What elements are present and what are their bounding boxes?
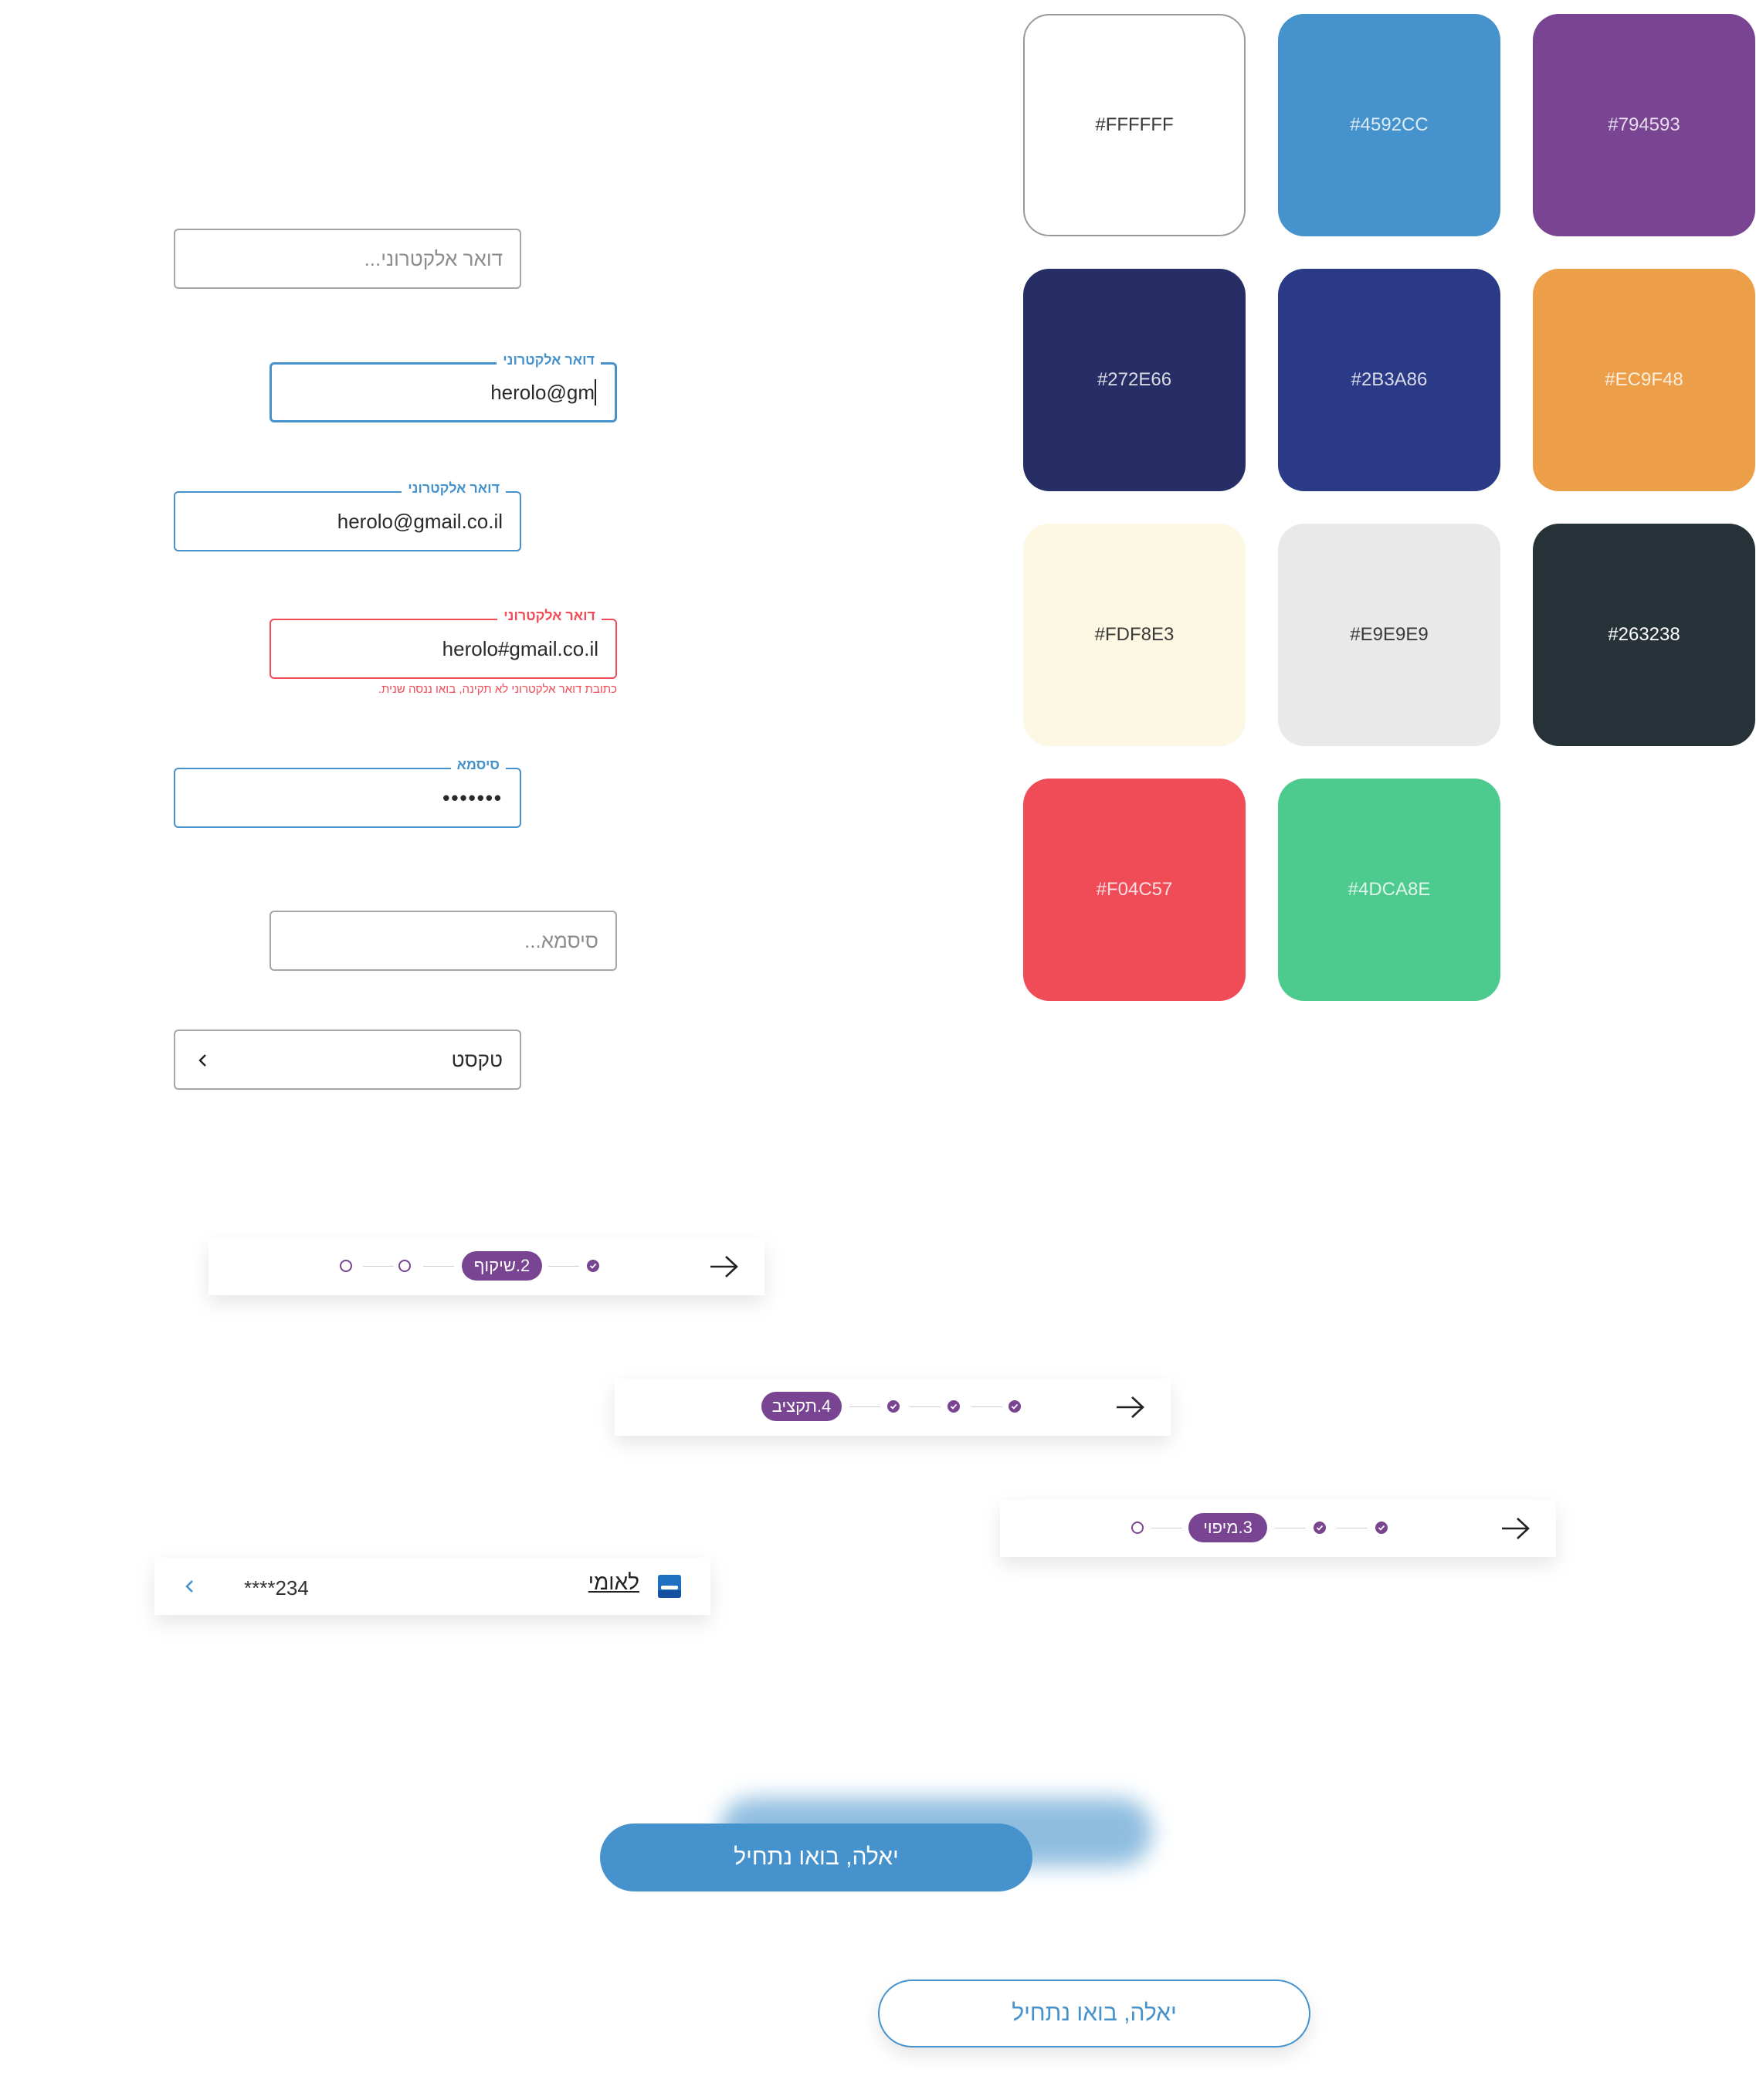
step-active-pill[interactable]: 3.מיפוי: [1188, 1513, 1267, 1542]
password-field-empty[interactable]: סיסמא...: [270, 911, 617, 971]
bank-logo-icon: [658, 1575, 681, 1598]
email-field-empty[interactable]: דואר אלקטרוני...: [174, 229, 521, 289]
check-icon: [890, 1403, 897, 1410]
step-connector: [849, 1406, 880, 1407]
secondary-start-button[interactable]: יאלה, בואו נתחיל: [878, 1980, 1310, 2047]
step-connector: [363, 1266, 394, 1267]
progress-stepper: 2.שיקוף: [208, 1238, 764, 1295]
select-value: טקסט: [451, 1047, 503, 1071]
arrow-right-icon[interactable]: [1500, 1515, 1531, 1542]
check-icon: [589, 1263, 597, 1269]
step-active-pill[interactable]: 4.תקציב: [761, 1392, 842, 1421]
step-completed[interactable]: [1009, 1400, 1021, 1413]
chevron-left-icon: [198, 1054, 206, 1067]
bank-logo-mark: [661, 1586, 678, 1589]
step-connector: [423, 1266, 454, 1267]
password-value: •••••••: [442, 785, 503, 809]
swatch-red: #F04C57: [1023, 779, 1246, 1001]
progress-stepper: 4.תקציב: [615, 1379, 1171, 1436]
bank-logo-base: [658, 1590, 681, 1598]
check-icon: [1316, 1525, 1324, 1531]
swatch-white: #FFFFFF: [1023, 14, 1246, 236]
swatch-blue: #4592CC: [1278, 14, 1500, 236]
swatch-label: #2B3A86: [1351, 369, 1428, 390]
swatch-label: #EC9F48: [1605, 369, 1683, 390]
check-icon: [1011, 1403, 1019, 1410]
email-value: herolo@gmail.co.il: [337, 509, 503, 533]
swatch-navy: #272E66: [1023, 269, 1246, 491]
swatch-green: #4DCA8E: [1278, 779, 1500, 1001]
swatch-label: #263238: [1608, 624, 1680, 645]
email-value-text: herolo@gm: [490, 380, 595, 404]
swatch-label: #FFFFFF: [1095, 114, 1174, 135]
chevron-left-icon[interactable]: [184, 1579, 195, 1594]
step-active-pill[interactable]: 2.שיקוף: [462, 1251, 542, 1281]
step-completed[interactable]: [587, 1260, 599, 1272]
email-placeholder: דואר אלקטרוני...: [364, 246, 503, 270]
primary-start-button[interactable]: יאלה, בואו נתחיל: [600, 1824, 1032, 1891]
bank-name: לאומי: [588, 1570, 639, 1594]
bank-account-card[interactable]: לאומי ****234: [154, 1558, 710, 1615]
progress-stepper: 3.מיפוי: [1000, 1500, 1556, 1557]
email-field-focused[interactable]: דואר אלקטרוני herolo@gm: [270, 352, 617, 422]
swatch-label: #4DCA8E: [1348, 879, 1431, 900]
step-completed[interactable]: [1375, 1522, 1388, 1534]
step-completed[interactable]: [947, 1400, 960, 1413]
email-error-message: כתובת דואר אלקטרוני לא תקינה, בואו ננסה …: [378, 683, 617, 696]
step-connector: [548, 1266, 579, 1267]
email-field-filled[interactable]: דואר אלקטרוני herolo@gmail.co.il: [174, 480, 521, 551]
swatch-orange: #EC9F48: [1533, 269, 1755, 491]
swatch-label: #4592CC: [1350, 114, 1429, 135]
swatch-label: #E9E9E9: [1350, 624, 1429, 645]
swatch-label: #272E66: [1097, 369, 1172, 390]
step-pending[interactable]: [340, 1260, 352, 1272]
step-completed[interactable]: [887, 1400, 900, 1413]
password-field-filled[interactable]: סיסמא •••••••: [174, 757, 521, 828]
select-field[interactable]: טקסט: [174, 1030, 521, 1090]
swatch-label: #794593: [1608, 114, 1680, 135]
swatch-light-gray: #E9E9E9: [1278, 524, 1500, 746]
swatch-indigo: #2B3A86: [1278, 269, 1500, 491]
email-value: herolo@gm: [490, 365, 598, 420]
step-completed[interactable]: [1314, 1522, 1326, 1534]
swatch-charcoal: #263238: [1533, 524, 1755, 746]
swatch-label: #FDF8E3: [1094, 624, 1175, 645]
email-field-error[interactable]: דואר אלקטרוני herolo#gmail.co.il: [270, 608, 617, 679]
swatch-purple: #794593: [1533, 14, 1755, 236]
step-pending[interactable]: [398, 1260, 411, 1272]
text-caret: [595, 379, 596, 405]
check-icon: [1378, 1525, 1385, 1531]
step-connector: [971, 1406, 1002, 1407]
swatch-label: #F04C57: [1096, 879, 1173, 900]
arrow-right-icon[interactable]: [1115, 1394, 1146, 1420]
email-value: herolo#gmail.co.il: [442, 636, 598, 660]
step-connector: [910, 1406, 941, 1407]
step-pending[interactable]: [1131, 1522, 1144, 1534]
password-placeholder: סיסמא...: [524, 928, 598, 952]
account-number: ****234: [244, 1576, 309, 1600]
arrow-right-icon[interactable]: [709, 1254, 740, 1280]
swatch-cream: #FDF8E3: [1023, 524, 1246, 746]
check-icon: [950, 1403, 958, 1410]
